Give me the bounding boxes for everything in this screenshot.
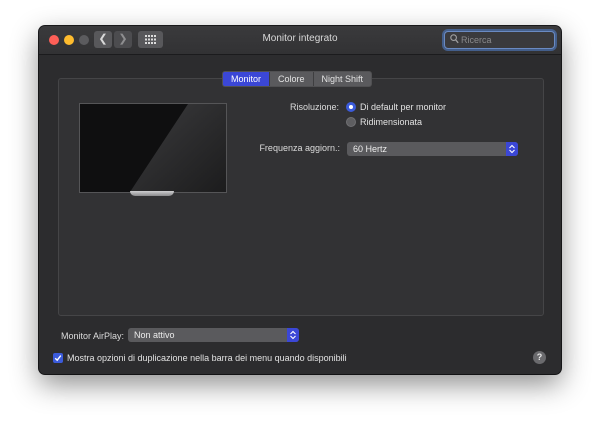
resolution-default-option[interactable]: Di default per monitor	[346, 102, 446, 112]
refresh-rate-label: Frequenza aggiorn.:	[259, 143, 340, 153]
search-field[interactable]	[444, 31, 555, 49]
mirroring-checkbox[interactable]	[53, 353, 63, 363]
search-icon	[450, 34, 459, 44]
updown-arrows-icon	[506, 142, 518, 156]
tab-monitor[interactable]: Monitor	[223, 72, 270, 86]
preferences-window: ❮ ❯ Monitor integrato Monitor Co	[39, 26, 561, 374]
mirroring-checkbox-label[interactable]: Mostra opzioni di duplicazione nella bar…	[67, 353, 347, 363]
updown-arrows-icon	[287, 328, 299, 342]
grid-icon	[145, 35, 156, 44]
minimize-window-button[interactable]	[64, 35, 74, 45]
airplay-label: Monitor AirPlay:	[60, 331, 124, 341]
radio-unselected[interactable]	[346, 117, 356, 127]
zoom-window-button[interactable]	[79, 35, 89, 45]
close-window-button[interactable]	[49, 35, 59, 45]
chevron-right-icon: ❯	[118, 33, 128, 45]
monitor-preview	[79, 103, 227, 193]
refresh-rate-select[interactable]: 60 Hertz	[347, 142, 518, 156]
search-input[interactable]	[461, 33, 549, 47]
airplay-select[interactable]: Non attivo	[128, 328, 299, 342]
title-bar: ❮ ❯ Monitor integrato	[39, 26, 561, 55]
chevron-left-icon: ❮	[98, 33, 108, 45]
resolution-default-label: Di default per monitor	[360, 102, 447, 112]
resolution-label: Risoluzione:	[289, 102, 339, 112]
tab-night-shift[interactable]: Night Shift	[312, 72, 372, 86]
show-all-button[interactable]	[138, 31, 163, 48]
checkmark-icon	[54, 355, 62, 362]
tab-colore[interactable]: Colore	[269, 72, 313, 86]
resolution-scaled-option[interactable]: Ridimensionata	[346, 117, 422, 127]
help-button[interactable]: ?	[533, 351, 546, 364]
airplay-value: Non attivo	[134, 330, 175, 340]
back-button[interactable]: ❮	[94, 31, 112, 48]
window-title: Monitor integrato	[262, 33, 338, 44]
resolution-scaled-label: Ridimensionata	[360, 117, 423, 127]
radio-selected[interactable]	[346, 102, 356, 112]
display-reflection	[130, 104, 226, 192]
refresh-rate-value: 60 Hertz	[353, 144, 388, 154]
forward-button[interactable]: ❯	[114, 31, 132, 48]
tab-bar: Monitor Colore Night Shift	[222, 71, 373, 87]
monitor-stand	[130, 191, 174, 196]
